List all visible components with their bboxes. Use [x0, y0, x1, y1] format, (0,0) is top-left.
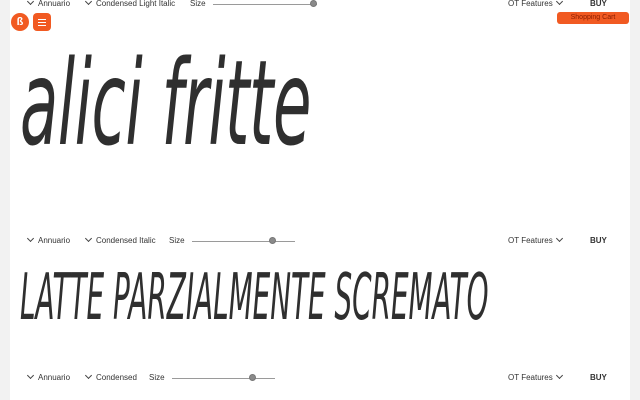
- style-select[interactable]: Condensed Light Italic: [84, 0, 176, 11]
- size-slider-thumb[interactable]: [310, 0, 317, 7]
- chevron-down-icon: [84, 0, 93, 6]
- size-slider-thumb[interactable]: [248, 374, 256, 381]
- ot-features-toggle[interactable]: OT Features: [508, 371, 563, 385]
- menu-icon: [38, 25, 46, 26]
- style-label: Condensed Italic: [96, 236, 156, 245]
- size-slider[interactable]: [192, 241, 295, 242]
- menu-icon: [38, 19, 46, 20]
- specimen-text[interactable]: alici fritte: [20, 28, 312, 178]
- style-select[interactable]: Condensed: [84, 371, 137, 385]
- family-select[interactable]: Annuario: [26, 234, 71, 248]
- chevron-down-icon: [26, 0, 35, 6]
- buy-button[interactable]: BUY: [590, 234, 607, 248]
- chevron-down-icon: [555, 371, 563, 380]
- menu-button[interactable]: [33, 13, 51, 31]
- tester-controls: Annuario Condensed Italic Size OT Featur…: [0, 234, 640, 248]
- family-select[interactable]: Annuario: [26, 0, 71, 11]
- chevron-down-icon: [555, 234, 563, 243]
- menu-icon: [38, 22, 46, 23]
- size-slider[interactable]: [172, 378, 275, 379]
- family-label: Annuario: [38, 0, 71, 8]
- buy-button[interactable]: BUY: [590, 0, 607, 11]
- style-label: Condensed Light Italic: [96, 0, 176, 8]
- specimen-text[interactable]: LATTE PARZIALMENTE SCREMATO: [20, 258, 488, 338]
- ot-features-label: OT Features: [508, 236, 553, 245]
- type-tester-page: ß Shopping Cart Annuario Condensed Light…: [0, 0, 640, 400]
- chevron-down-icon: [84, 371, 93, 380]
- size-label: Size: [190, 0, 206, 8]
- logo-icon[interactable]: ß: [11, 13, 29, 31]
- size-slider-thumb[interactable]: [268, 237, 276, 244]
- size-label: Size: [169, 236, 185, 245]
- size-label: Size: [149, 373, 165, 382]
- chevron-down-icon: [84, 234, 93, 243]
- chevron-down-icon: [26, 371, 35, 380]
- ot-features-toggle[interactable]: OT Features: [508, 0, 563, 11]
- tester-controls: Annuario Condensed Size OT Features BUY: [0, 371, 640, 385]
- family-label: Annuario: [38, 373, 71, 382]
- style-select[interactable]: Condensed Italic: [84, 234, 156, 248]
- buy-button[interactable]: BUY: [590, 371, 607, 385]
- size-slider[interactable]: [213, 4, 317, 5]
- tester-controls: Annuario Condensed Light Italic Size OT …: [0, 0, 640, 11]
- shopping-cart-button[interactable]: Shopping Cart: [557, 12, 629, 24]
- family-select[interactable]: Annuario: [26, 371, 71, 385]
- ot-features-label: OT Features: [508, 373, 553, 382]
- ot-features-label: OT Features: [508, 0, 553, 8]
- family-label: Annuario: [38, 236, 71, 245]
- ot-features-toggle[interactable]: OT Features: [508, 234, 563, 248]
- chevron-down-icon: [555, 0, 563, 6]
- style-label: Condensed: [96, 373, 137, 382]
- chevron-down-icon: [26, 234, 35, 243]
